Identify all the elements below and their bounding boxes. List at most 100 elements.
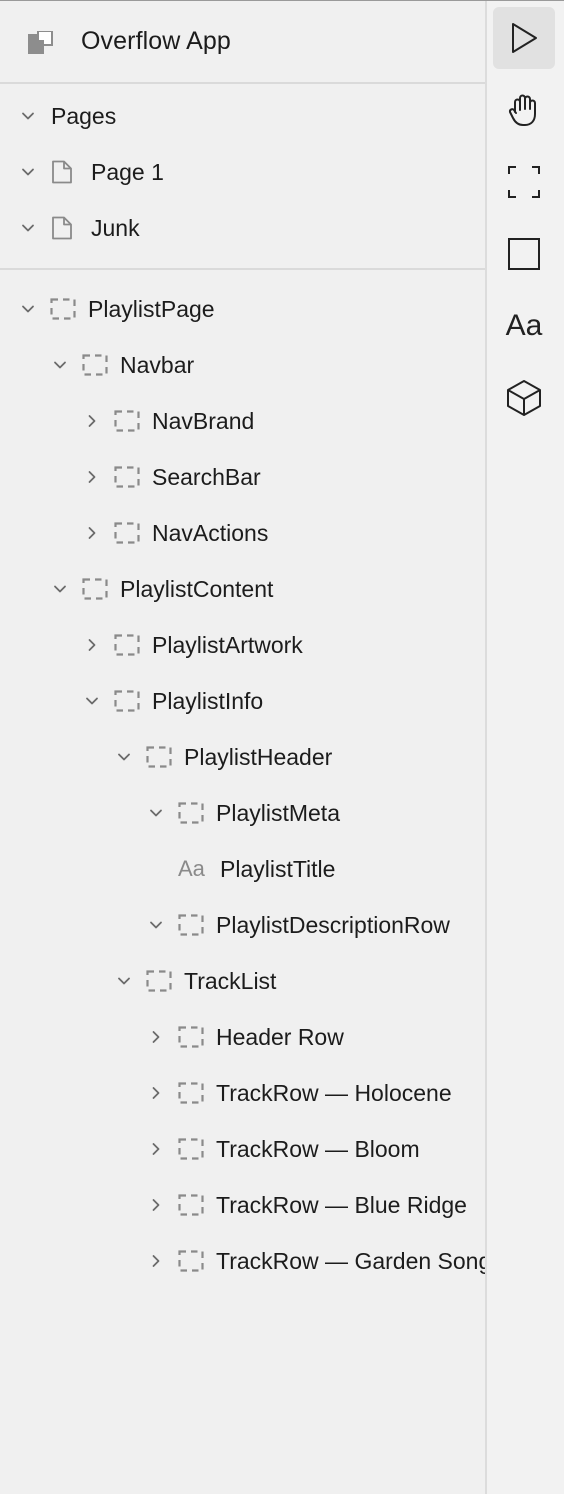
frame-icon (178, 802, 204, 824)
layer-row[interactable]: TrackList (116, 953, 276, 1009)
select-tool[interactable] (493, 7, 555, 69)
page-label: Page 1 (91, 158, 164, 185)
frame-icon (178, 914, 204, 936)
layer-row[interactable]: NavActions (84, 505, 268, 561)
layer-label: NavActions (152, 519, 269, 546)
layer-row[interactable]: PlaylistContent (52, 561, 273, 617)
frame-icon (114, 690, 140, 712)
layer-label: TrackRow — Holocene (216, 1079, 452, 1106)
chevron-right-icon[interactable] (84, 637, 100, 653)
pages-header[interactable]: Pages (20, 88, 116, 144)
app-title: Overflow App (81, 27, 231, 55)
frame-icon (114, 522, 140, 544)
page-label: Junk (91, 214, 140, 241)
component-tool[interactable] (493, 367, 555, 429)
frame-tool[interactable] (493, 151, 555, 213)
layer-label: TrackRow — Bloom (216, 1135, 420, 1162)
frame-icon (114, 634, 140, 656)
layer-row[interactable]: PlaylistInfo (84, 673, 263, 729)
frame-icon (146, 970, 172, 992)
frame-icon (50, 298, 76, 320)
page-icon (52, 160, 72, 184)
layer-row[interactable]: PlaylistPage (20, 281, 215, 337)
layer-row[interactable]: Header Row (148, 1009, 344, 1065)
layer-row[interactable]: PlaylistMeta (148, 785, 340, 841)
square-icon (508, 238, 540, 270)
layer-row[interactable]: TrackRow — Bloom (148, 1121, 420, 1177)
layer-label: PlaylistDescriptionRow (216, 911, 450, 938)
layer-label: TrackList (184, 967, 277, 994)
chevron-down-icon[interactable] (84, 693, 100, 709)
chevron-down-icon[interactable] (20, 301, 36, 317)
layer-label: PlaylistHeader (184, 743, 333, 770)
hand-tool[interactable] (493, 79, 555, 141)
chevron-down-icon[interactable] (148, 917, 164, 933)
frame-icon (178, 1250, 204, 1272)
frame-icon (82, 578, 108, 600)
page-item[interactable]: Junk (20, 200, 140, 256)
frame-icon (114, 466, 140, 488)
layer-label: PlaylistContent (120, 575, 274, 602)
frame-icon (82, 354, 108, 376)
layer-label: Navbar (120, 351, 195, 378)
layer-row[interactable]: TrackRow — Holocene (148, 1065, 452, 1121)
page-item[interactable]: Page 1 (20, 144, 164, 200)
chevron-right-icon[interactable] (84, 525, 100, 541)
frame-icon (178, 1082, 204, 1104)
pages-header-label: Pages (51, 102, 117, 129)
layer-row[interactable]: Navbar (52, 337, 194, 393)
chevron-down-icon[interactable] (20, 220, 36, 236)
layer-label: TrackRow — Blue Ridge (216, 1191, 467, 1218)
frame-icon (508, 166, 540, 198)
layer-row[interactable]: PlaylistDescriptionRow (148, 897, 450, 953)
chevron-down-icon[interactable] (20, 164, 36, 180)
frame-icon (178, 1138, 204, 1160)
layer-label: PlaylistMeta (216, 799, 340, 826)
chevron-right-icon[interactable] (148, 1029, 164, 1045)
chevron-down-icon[interactable] (20, 108, 36, 124)
frame-icon (178, 1026, 204, 1048)
chevron-down-icon[interactable] (116, 973, 132, 989)
chevron-right-icon[interactable] (148, 1253, 164, 1269)
layer-label: PlaylistPage (88, 295, 215, 322)
layer-row[interactable]: PlaylistHeader (116, 729, 332, 785)
layer-row[interactable]: PlaylistArtwork (84, 617, 303, 673)
frame-icon (146, 746, 172, 768)
layer-label: SearchBar (152, 463, 261, 490)
text-icon: Aa (178, 856, 205, 881)
cube-icon (507, 380, 541, 416)
chevron-right-icon[interactable] (148, 1141, 164, 1157)
layer-row[interactable]: NavBrand (84, 393, 254, 449)
layer-label: PlaylistArtwork (152, 631, 303, 658)
app-logo-icon (28, 31, 53, 54)
layer-row[interactable]: Aa PlaylistTitle (148, 841, 335, 897)
hand-icon (508, 94, 536, 126)
page-icon (52, 216, 72, 240)
sidebar-header: Overflow App (0, 1, 485, 84)
chevron-right-icon[interactable] (148, 1085, 164, 1101)
layer-row[interactable]: SearchBar (84, 449, 261, 505)
chevron-right-icon[interactable] (84, 413, 100, 429)
rectangle-tool[interactable] (493, 223, 555, 285)
tool-palette: Aa (485, 1, 564, 1494)
text-icon: Aa (505, 309, 543, 342)
layer-row[interactable]: TrackRow — Blue Ridge (148, 1177, 467, 1233)
layer-label: PlaylistTitle (220, 855, 336, 882)
layer-label: TrackRow — Garden Song (216, 1247, 485, 1274)
layer-label: NavBrand (152, 407, 255, 434)
frame-icon (114, 410, 140, 432)
chevron-down-icon[interactable] (148, 805, 164, 821)
chevron-right-icon[interactable] (148, 1197, 164, 1213)
layer-label: Header Row (216, 1023, 344, 1050)
frame-icon (178, 1194, 204, 1216)
layer-row[interactable]: TrackRow — Garden Song (148, 1233, 485, 1289)
chevron-down-icon[interactable] (52, 581, 68, 597)
chevron-down-icon[interactable] (52, 357, 68, 373)
pages-section: Pages Page 1 Junk (0, 84, 485, 270)
layer-label: PlaylistInfo (152, 687, 264, 714)
pointer-icon (512, 23, 537, 53)
text-tool[interactable]: Aa (493, 295, 555, 357)
chevron-down-icon[interactable] (116, 749, 132, 765)
layers-sidebar: Overflow App Pages Page 1 Junk PlaylistP… (0, 1, 485, 1494)
chevron-right-icon[interactable] (84, 469, 100, 485)
